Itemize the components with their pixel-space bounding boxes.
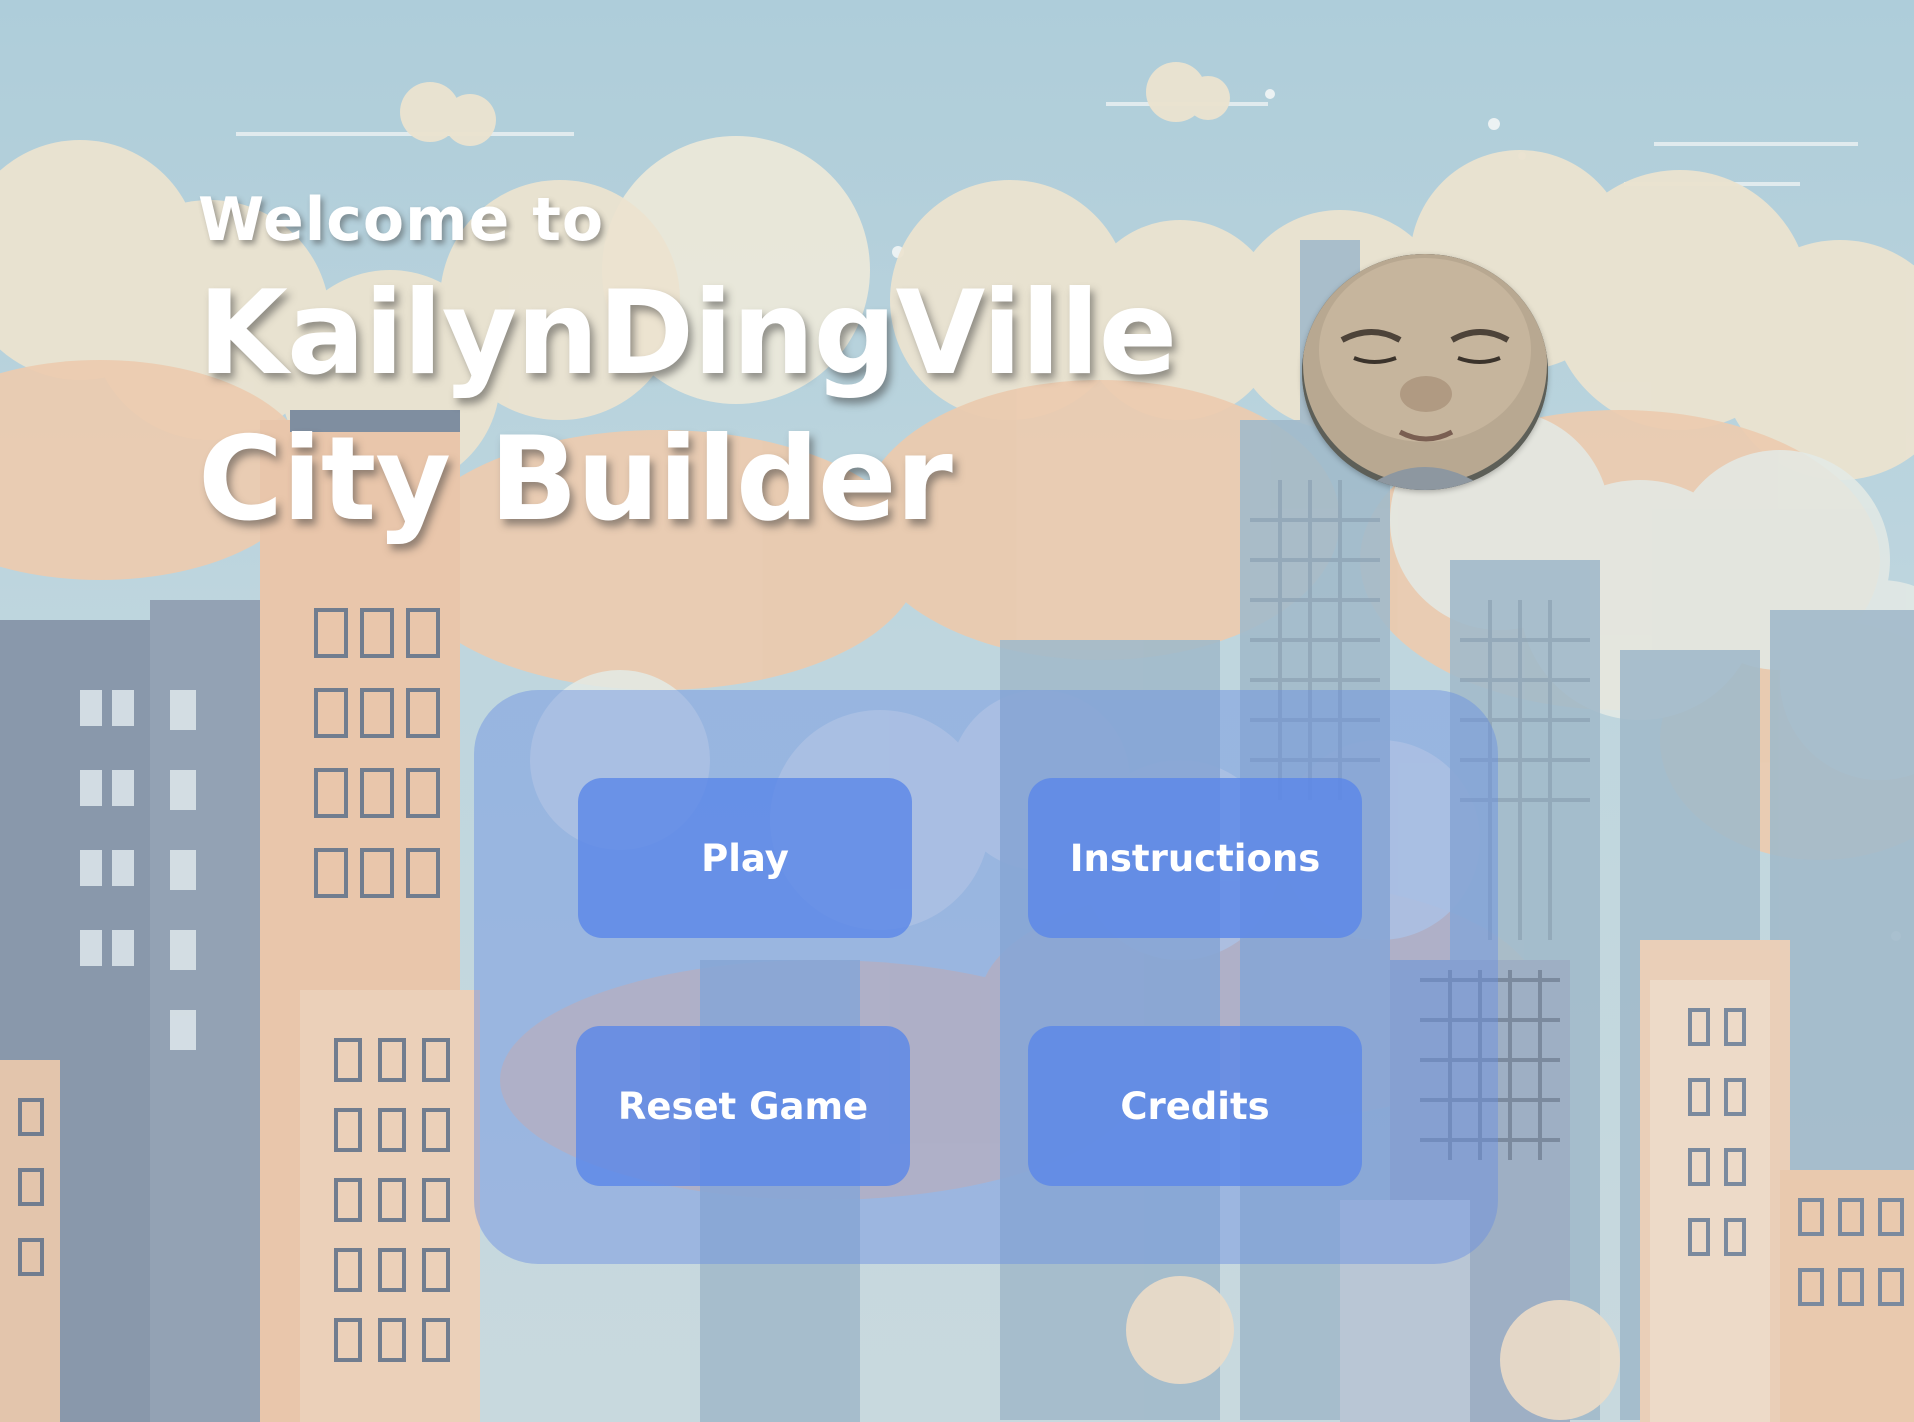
game-title-line-1: KailynDingVille (198, 266, 1177, 401)
player-photo-avatar-icon (1302, 254, 1548, 490)
play-button[interactable]: Play (578, 778, 912, 938)
instructions-button[interactable]: Instructions (1028, 778, 1362, 938)
title-block: Welcome to KailynDingVille City Builder (198, 178, 1177, 554)
reset-game-button[interactable]: Reset Game (576, 1026, 910, 1186)
player-avatar (1302, 254, 1548, 490)
welcome-heading: Welcome to (198, 185, 605, 255)
credits-button[interactable]: Credits (1028, 1026, 1362, 1186)
game-title-line-2: City Builder (198, 412, 953, 547)
